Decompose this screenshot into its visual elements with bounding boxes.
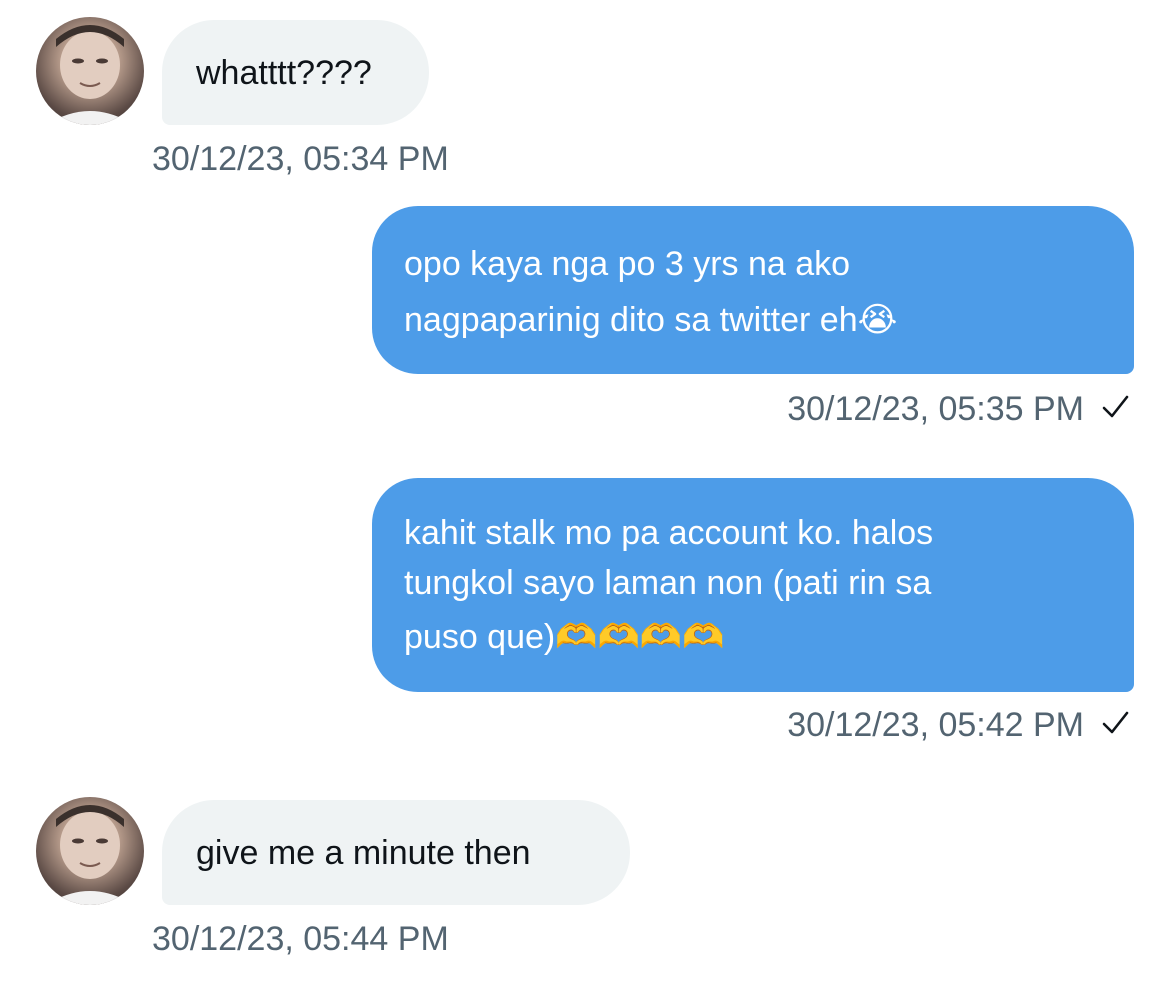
message-bubble-incoming[interactable]: whatttt???? bbox=[162, 20, 429, 125]
message-status-row: 30/12/23, 05:35 PM bbox=[787, 390, 1130, 429]
message-bubble-incoming[interactable]: give me a minute then bbox=[162, 800, 630, 905]
message-bubble-outgoing[interactable]: opo kaya nga po 3 yrs na ako nagpaparini… bbox=[372, 206, 1134, 374]
message-text-line: nagpaparinig dito sa twitter eh😭 bbox=[404, 301, 898, 339]
checkmark-icon bbox=[1100, 392, 1130, 422]
message-text-line: opo kaya nga po 3 yrs na ako bbox=[404, 245, 851, 283]
avatar-photo bbox=[46, 805, 134, 905]
message-text-line: puso que)🫶🫶🫶🫶 bbox=[404, 618, 725, 656]
message-text: whatttt???? bbox=[196, 54, 372, 92]
message-text-line: kahit stalk mo pa account ko. halos bbox=[404, 514, 934, 552]
message-text: give me a minute then bbox=[196, 834, 531, 872]
message-timestamp: 30/12/23, 05:34 PM bbox=[152, 140, 449, 178]
avatar-photo bbox=[46, 25, 134, 125]
message-text-line: tungkol sayo laman non (pati rin sa bbox=[404, 564, 932, 602]
message-timestamp: 30/12/23, 05:44 PM bbox=[152, 920, 449, 958]
avatar[interactable] bbox=[36, 17, 144, 125]
avatar[interactable] bbox=[36, 797, 144, 905]
message-timestamp: 30/12/23, 05:35 PM bbox=[787, 390, 1084, 428]
checkmark-icon bbox=[1100, 708, 1130, 738]
message-status-row: 30/12/23, 05:42 PM bbox=[787, 706, 1130, 745]
message-bubble-outgoing[interactable]: kahit stalk mo pa account ko. halos tung… bbox=[372, 478, 1134, 692]
message-timestamp: 30/12/23, 05:42 PM bbox=[787, 706, 1084, 744]
